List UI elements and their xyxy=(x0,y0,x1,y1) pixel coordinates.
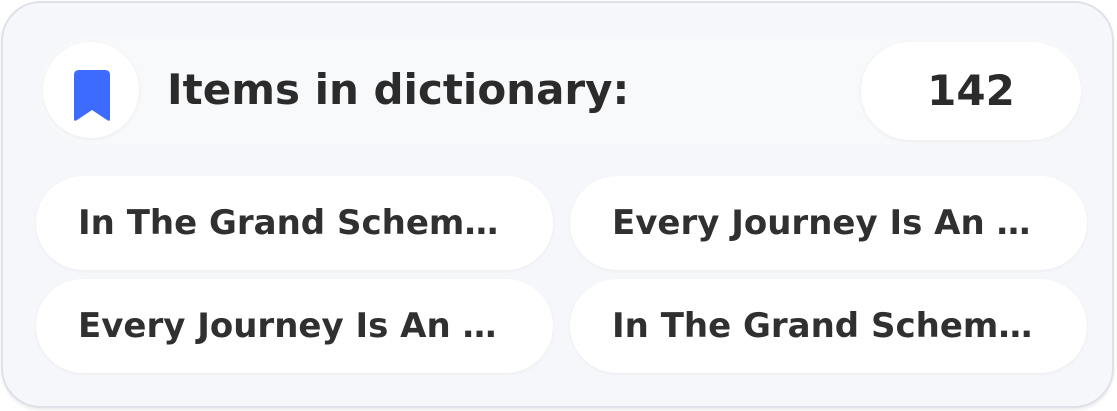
dictionary-item-chip[interactable]: In The Grand Scheme... xyxy=(570,279,1087,373)
bookmark-icon xyxy=(74,70,110,121)
dictionary-header: Items in dictionary: 142 xyxy=(39,38,1083,144)
dictionary-item-label: In The Grand Scheme... xyxy=(78,203,517,243)
dictionary-item-label: In The Grand Scheme... xyxy=(612,306,1051,346)
dictionary-widget: Items in dictionary: 142 In The Grand Sc… xyxy=(1,1,1114,408)
items-count-badge: 142 xyxy=(861,42,1081,140)
dictionary-item-label: Every Journey Is An O... xyxy=(78,306,517,346)
items-count-label: Items in dictionary: xyxy=(167,65,630,114)
bookmark-button[interactable] xyxy=(43,42,139,138)
items-count-value: 142 xyxy=(927,66,1015,115)
dictionary-item-chip[interactable]: Every Journey Is An O... xyxy=(36,279,553,373)
dictionary-item-chip[interactable]: Every Journey Is An O... xyxy=(570,176,1087,270)
dictionary-item-label: Every Journey Is An O... xyxy=(612,203,1051,243)
dictionary-item-chip[interactable]: In The Grand Scheme... xyxy=(36,176,553,270)
